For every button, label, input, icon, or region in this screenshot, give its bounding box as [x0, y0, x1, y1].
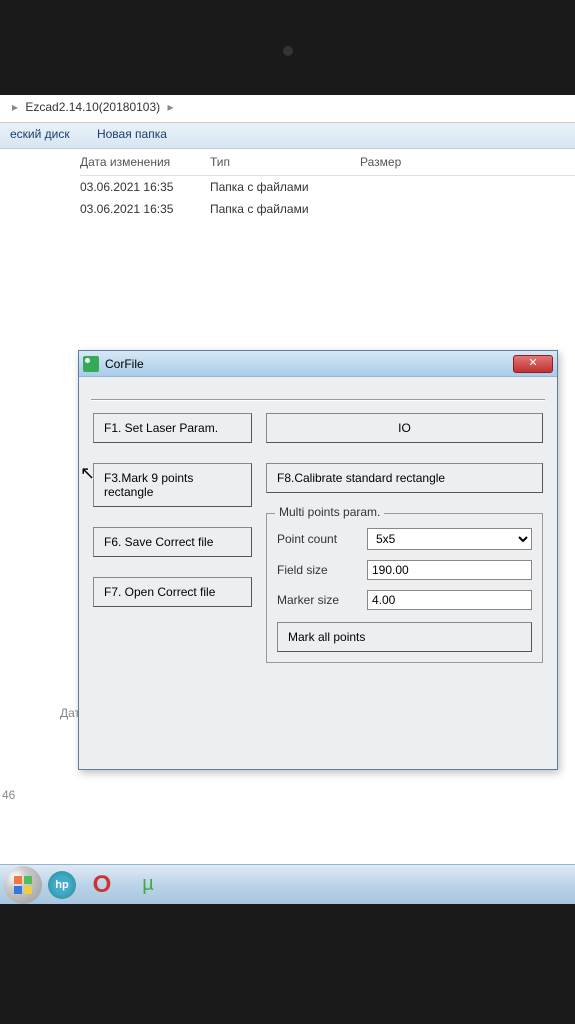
group-legend: Multi points param. — [275, 505, 384, 519]
mark-all-points-button[interactable]: Mark all points — [277, 622, 532, 652]
opera-icon[interactable]: O — [82, 869, 122, 901]
col-size[interactable]: Размер — [360, 155, 460, 169]
col-date[interactable]: Дата изменения — [80, 155, 210, 169]
taskbar: hp O µ — [0, 864, 575, 904]
start-button[interactable] — [4, 866, 42, 904]
breadcrumb-segment[interactable]: Ezcad2.14.10(20180103) — [25, 100, 160, 114]
hp-icon[interactable]: hp — [48, 871, 76, 899]
f1-set-laser-param-button[interactable]: F1. Set Laser Param. — [93, 413, 252, 443]
f7-open-correct-file-button[interactable]: F7. Open Correct file — [93, 577, 252, 607]
f6-save-correct-file-button[interactable]: F6. Save Correct file — [93, 527, 252, 557]
dialog-titlebar[interactable]: CorFile ✕ — [79, 351, 557, 377]
close-icon: ✕ — [528, 357, 537, 369]
corfile-dialog: CorFile ✕ F1. Set Laser Param. F3.Mark 9… — [78, 350, 558, 770]
f3-mark-9-points-button[interactable]: F3.Mark 9 points rectangle — [93, 463, 252, 507]
file-row[interactable]: 03.06.2021 16:35 Папка с файлами — [80, 198, 575, 220]
utorrent-icon[interactable]: µ — [128, 869, 168, 901]
app-icon[interactable] — [174, 869, 214, 901]
chevron-right-icon: ▸ — [168, 100, 174, 114]
field-size-label: Field size — [277, 563, 367, 577]
misc-number: 46 — [2, 788, 15, 802]
col-type[interactable]: Тип — [210, 155, 360, 169]
point-count-label: Point count — [277, 532, 367, 546]
multi-points-group: Multi points param. Point count 5x5 Fiel… — [266, 513, 543, 663]
chevron-right-icon: ▸ — [12, 100, 18, 114]
breadcrumb[interactable]: ▸ Ezcad2.14.10(20180103) ▸ — [0, 95, 575, 123]
dialog-title: CorFile — [105, 357, 144, 371]
cursor-icon: ↖ — [80, 463, 95, 484]
marker-size-input[interactable] — [367, 590, 532, 610]
point-count-select[interactable]: 5x5 — [367, 528, 532, 550]
f8-calibrate-button[interactable]: F8.Calibrate standard rectangle — [266, 463, 543, 493]
toolbar-item-disk[interactable]: еский диск — [10, 127, 70, 141]
field-size-input[interactable] — [367, 560, 532, 580]
marker-size-label: Marker size — [277, 593, 367, 607]
app-icon — [83, 356, 99, 372]
io-button[interactable]: IO — [266, 413, 543, 443]
close-button[interactable]: ✕ — [513, 355, 553, 373]
explorer-toolbar: еский диск Новая папка — [0, 123, 575, 149]
file-list-header: Дата изменения Тип Размер — [80, 149, 575, 176]
file-row[interactable]: 03.06.2021 16:35 Папка с файлами — [80, 176, 575, 198]
toolbar-item-newfolder[interactable]: Новая папка — [97, 127, 167, 141]
